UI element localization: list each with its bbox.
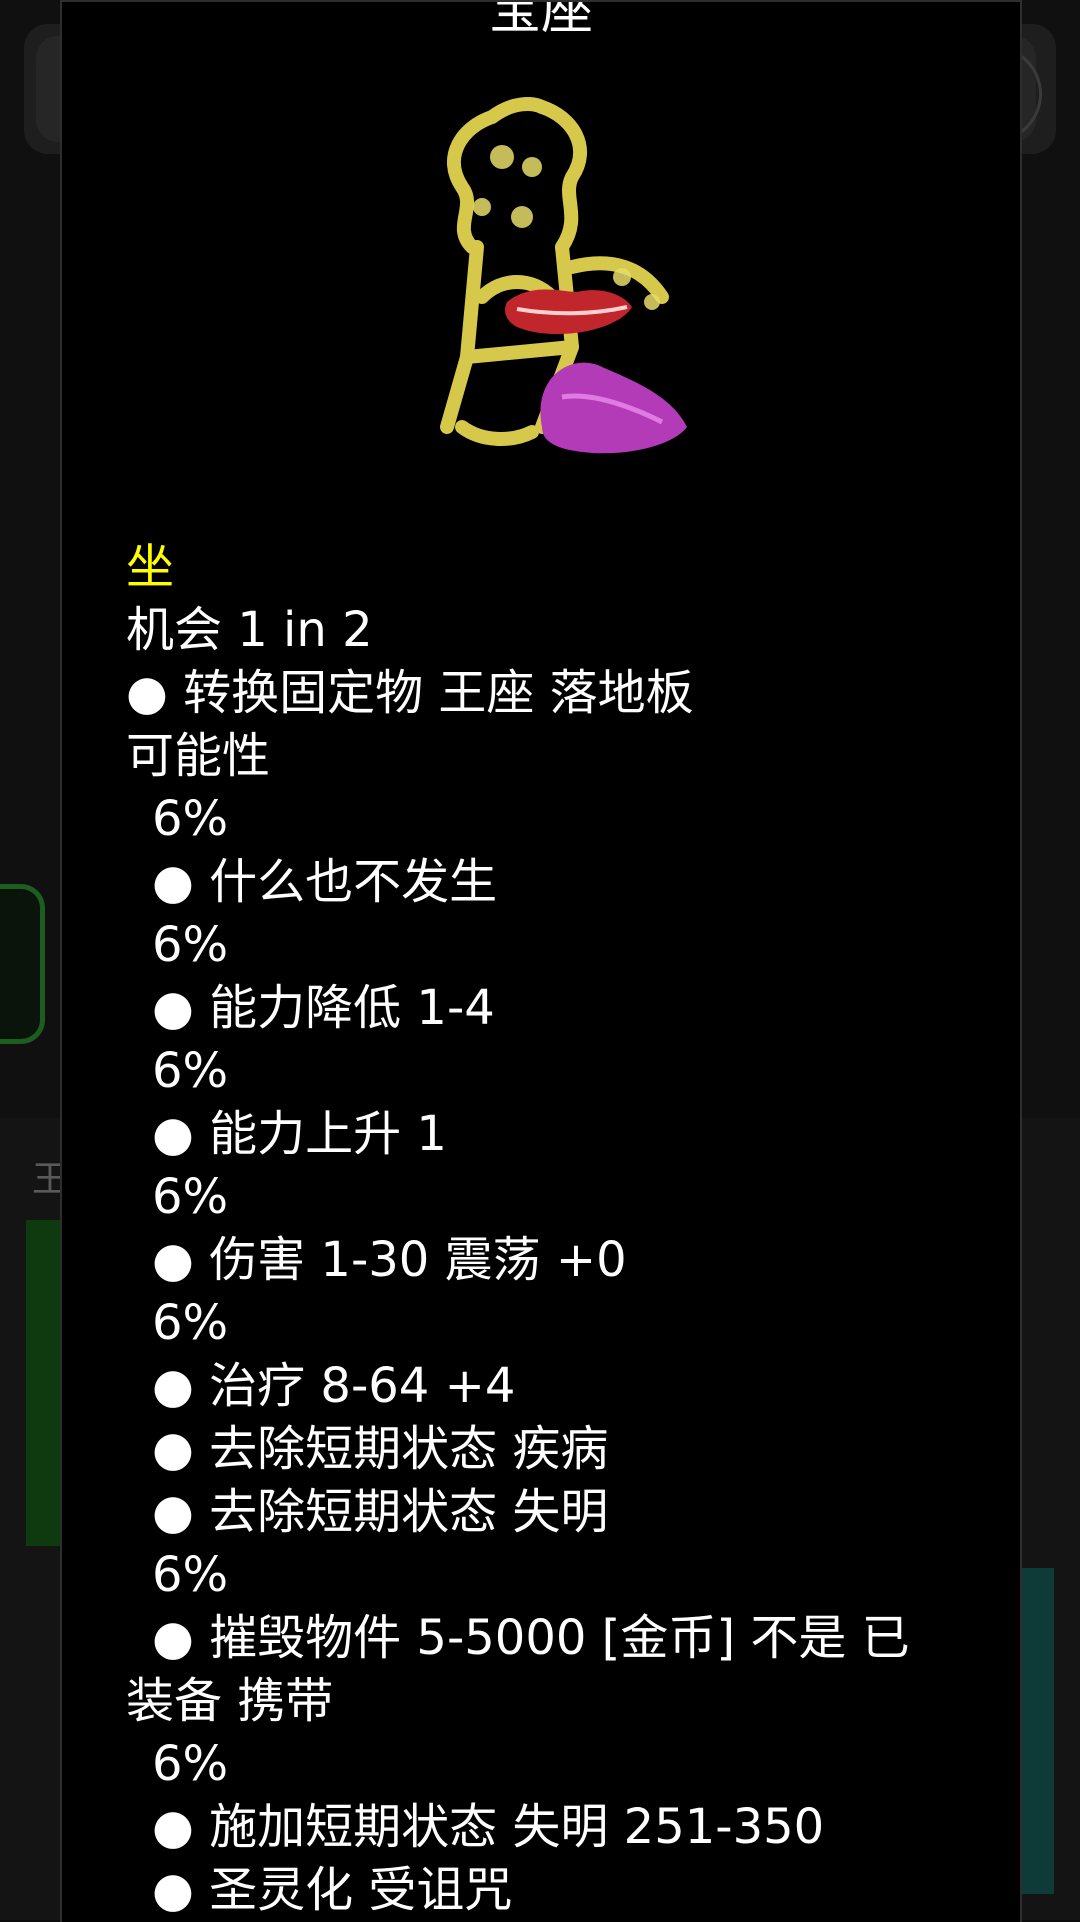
outcome-effect: ● 摧毁物件 5-5000 [金币] 不是 已装备 携带: [126, 1607, 956, 1733]
outcome-percent: 6%: [126, 1166, 986, 1229]
convert-line: ● 转换固定物 王座 落地板: [126, 662, 986, 725]
possibility-label: 可能性: [126, 725, 986, 788]
action-name: 坐: [126, 536, 986, 599]
outcome-effect: ● 去除短期状态 失明: [126, 1481, 986, 1544]
outcome-effect: ● 能力上升 1: [126, 1103, 986, 1166]
outcome-effect: ● 施加短期状态 失明 251-350: [126, 1796, 986, 1859]
outcome-effect: ● 伤害 1-30 震荡 +0: [126, 1229, 986, 1292]
throne-image: [422, 97, 722, 477]
outcome-percent: 6%: [126, 1544, 986, 1607]
outcome-effect: ● 能力降低 1-4: [126, 977, 986, 1040]
outcome-percent: 6%: [126, 1040, 986, 1103]
dialog-title: 宝座: [62, 0, 1020, 43]
outcome-effect: ● 去除短期状态 疾病: [126, 1418, 986, 1481]
outcome-percent: 6%: [126, 914, 986, 977]
outcome-effect: ● 什么也不发生: [126, 851, 986, 914]
outcome-effect: ● 治疗 8-64 +4: [126, 1355, 986, 1418]
outcome-percent: 6%: [126, 1733, 986, 1796]
chance-text: 机会 1 in 2: [126, 599, 986, 662]
outcome-effect: ● 圣灵化 受诅咒: [126, 1859, 986, 1922]
item-detail-dialog: 宝座 坐 机会 1 in 2 ●: [60, 0, 1022, 1922]
outcome-percent: 6%: [126, 788, 986, 851]
item-details: 坐 机会 1 in 2 ● 转换固定物 王座 落地板 可能性 6% ● 什么也不…: [126, 536, 986, 1922]
background-green-button: [0, 884, 45, 1044]
outcome-percent: 6%: [126, 1292, 986, 1355]
